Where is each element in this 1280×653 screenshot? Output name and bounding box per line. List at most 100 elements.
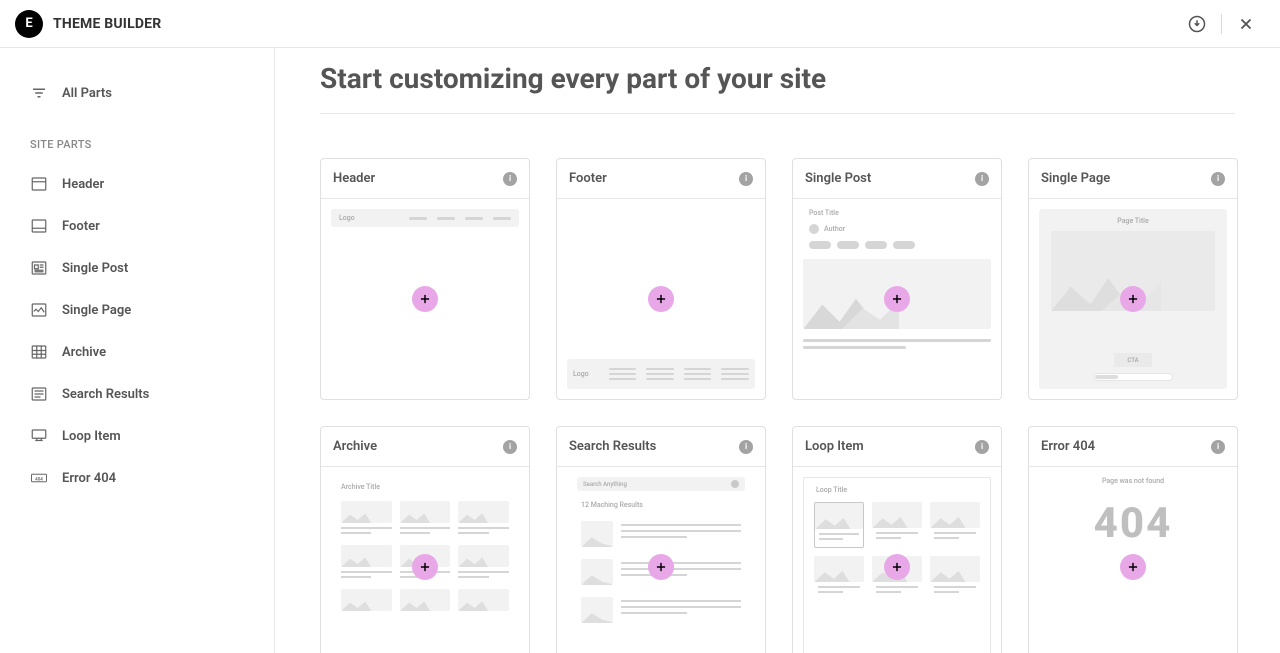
search-results-icon: [30, 385, 48, 403]
card-heading: Footer i: [557, 159, 765, 199]
card-preview: Page was not found 404: [1029, 467, 1237, 653]
sidebar-item-single-page[interactable]: Single Page: [0, 289, 274, 331]
card-title: Loop Item: [805, 439, 864, 454]
preview-not-found: Page was not found: [1039, 477, 1227, 485]
info-icon[interactable]: i: [975, 440, 989, 454]
sidebar-item-loop-item[interactable]: Loop Item: [0, 415, 274, 457]
card-preview: Post Title Author: [793, 199, 1001, 399]
footer-icon: [30, 217, 48, 235]
add-button[interactable]: [648, 554, 674, 580]
info-icon[interactable]: i: [739, 172, 753, 186]
preview-404-code: 404: [1039, 499, 1227, 548]
preview-page-title: Page Title: [1117, 217, 1148, 225]
download-icon[interactable]: [1183, 10, 1211, 38]
topbar: E THEME BUILDER: [0, 0, 1280, 48]
preview-post-title: Post Title: [803, 209, 991, 217]
card-heading: Single Page i: [1029, 159, 1237, 199]
card-preview: Archive Title: [321, 467, 529, 653]
main: All Parts SITE PARTS Header Footer Singl…: [0, 48, 1280, 653]
card-single-post[interactable]: Single Post i Post Title Author: [792, 158, 1002, 400]
card-heading: Header i: [321, 159, 529, 199]
card-title: Archive: [333, 439, 377, 454]
sidebar-item-error-404[interactable]: 404 Error 404: [0, 457, 274, 499]
preview-cta: CTA: [1114, 353, 1152, 367]
sidebar-item-label: Error 404: [62, 471, 116, 486]
brand-title: THEME BUILDER: [53, 16, 161, 32]
page-title: Start customizing every part of your sit…: [320, 62, 1235, 114]
loop-item-icon: [30, 427, 48, 445]
info-icon[interactable]: i: [503, 172, 517, 186]
preview-archive-title: Archive Title: [331, 477, 519, 501]
card-heading: Loop Item i: [793, 427, 1001, 467]
card-search-results[interactable]: Search Results i Search Anything 12 Mach…: [556, 426, 766, 653]
card-loop-item[interactable]: Loop Item i Loop Title: [792, 426, 1002, 653]
archive-icon: [30, 343, 48, 361]
card-heading: Archive i: [321, 427, 529, 467]
card-preview: Loop Title: [793, 467, 1001, 653]
sidebar-item-label: Loop Item: [62, 429, 121, 444]
add-button[interactable]: [412, 554, 438, 580]
header-icon: [30, 175, 48, 193]
info-icon[interactable]: i: [1211, 172, 1225, 186]
sidebar-item-header[interactable]: Header: [0, 163, 274, 205]
card-preview: Search Anything 12 Maching Results: [557, 467, 765, 653]
card-title: Error 404: [1041, 439, 1095, 454]
add-button[interactable]: [412, 286, 438, 312]
card-preview: Logo: [557, 199, 765, 399]
sidebar-item-label: Single Post: [62, 261, 128, 276]
sidebar-item-footer[interactable]: Footer: [0, 205, 274, 247]
card-title: Single Page: [1041, 171, 1110, 186]
preview-logo-text: Logo: [339, 214, 355, 222]
add-button[interactable]: [1120, 554, 1146, 580]
sidebar-item-all-parts[interactable]: All Parts: [0, 72, 274, 114]
sidebar: All Parts SITE PARTS Header Footer Singl…: [0, 48, 275, 653]
preview-avatar-icon: [809, 224, 819, 234]
svg-text:404: 404: [35, 476, 43, 482]
card-heading: Search Results i: [557, 427, 765, 467]
filter-icon: [30, 84, 48, 102]
single-page-icon: [30, 301, 48, 319]
card-preview: Logo: [321, 199, 529, 399]
content: Start customizing every part of your sit…: [275, 48, 1280, 653]
preview-header-bar: Logo: [331, 209, 519, 227]
sidebar-item-label: Archive: [62, 345, 106, 360]
sidebar-item-label: All Parts: [62, 86, 112, 101]
sidebar-item-search-results[interactable]: Search Results: [0, 373, 274, 415]
cards-grid: Header i Logo: [320, 158, 1235, 653]
card-error-404[interactable]: Error 404 i Page was not found 404: [1028, 426, 1238, 653]
topbar-divider: [1221, 14, 1222, 34]
add-button[interactable]: [1120, 286, 1146, 312]
info-icon[interactable]: i: [503, 440, 517, 454]
info-icon[interactable]: i: [975, 172, 989, 186]
card-title: Search Results: [569, 439, 656, 454]
card-single-page[interactable]: Single Page i Page Title CTA: [1028, 158, 1238, 400]
add-button[interactable]: [648, 286, 674, 312]
single-post-icon: [30, 259, 48, 277]
info-icon[interactable]: i: [1211, 440, 1225, 454]
close-icon[interactable]: [1232, 10, 1260, 38]
sidebar-item-label: Single Page: [62, 303, 131, 318]
preview-search-bar: Search Anything: [577, 477, 745, 491]
info-icon[interactable]: i: [739, 440, 753, 454]
logo-letter: E: [25, 16, 32, 31]
card-archive[interactable]: Archive i Archive Title: [320, 426, 530, 653]
sidebar-item-single-post[interactable]: Single Post: [0, 247, 274, 289]
card-heading: Error 404 i: [1029, 427, 1237, 467]
preview-logo-text: Logo: [573, 370, 589, 378]
card-preview: Page Title CTA: [1029, 199, 1237, 399]
search-icon: [731, 480, 739, 488]
topbar-left: E THEME BUILDER: [15, 10, 161, 38]
card-footer[interactable]: Footer i Logo: [556, 158, 766, 400]
preview-footer-bar: Logo: [567, 359, 755, 389]
preview-author-row: Author: [803, 224, 991, 234]
sidebar-item-label: Footer: [62, 219, 100, 234]
card-title: Footer: [569, 171, 607, 186]
add-button[interactable]: [884, 554, 910, 580]
card-header[interactable]: Header i Logo: [320, 158, 530, 400]
card-title: Single Post: [805, 171, 871, 186]
sidebar-item-archive[interactable]: Archive: [0, 331, 274, 373]
add-button[interactable]: [884, 286, 910, 312]
preview-author: Author: [824, 225, 845, 233]
card-title: Header: [333, 171, 375, 186]
topbar-right: [1183, 10, 1260, 38]
